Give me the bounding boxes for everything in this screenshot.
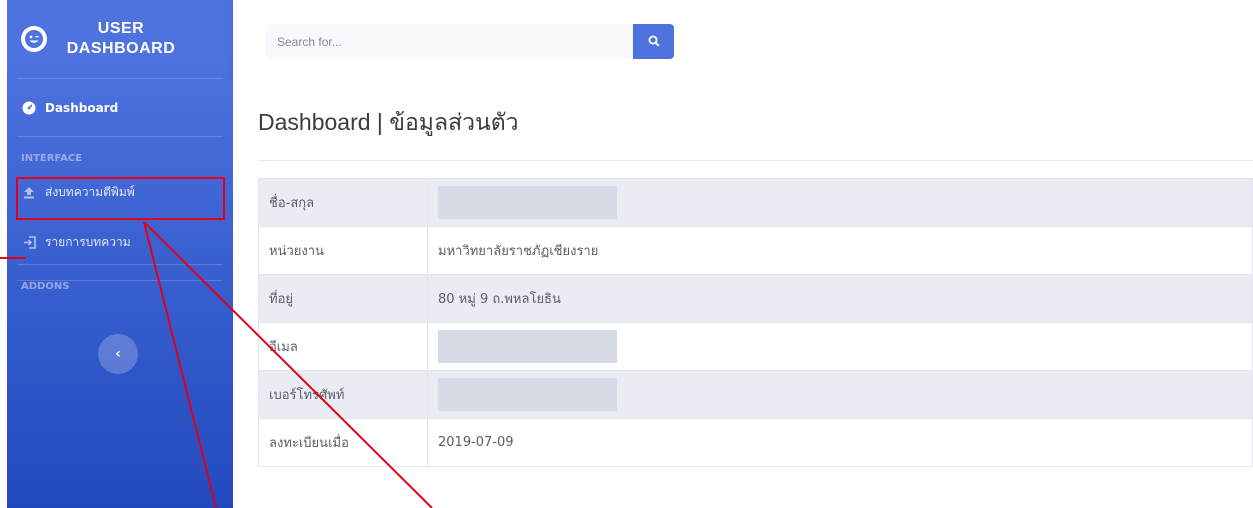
sidebar-item-label: Dashboard [45, 100, 119, 115]
tachometer-icon [21, 100, 37, 116]
table-row: หน่วยงาน มหาวิทยาลัยราชภัฏเชียงราย [258, 226, 1253, 275]
sidebar-toggle-button[interactable]: ‹ [98, 334, 138, 374]
table-row: ชื่อ-สกุล [258, 178, 1253, 227]
field-label: หน่วยงาน [258, 226, 428, 275]
table-row: อีเมล [258, 322, 1253, 371]
topbar [233, 0, 1253, 78]
sidebar-heading-addons: ADDONS [21, 281, 70, 292]
field-label: เบอร์โทรศัพท์ [258, 370, 428, 419]
field-label: อีเมล [258, 322, 428, 371]
field-value [427, 178, 1253, 227]
field-value: 80 หมู่ 9 ถ.พหลโยธิน [427, 274, 1253, 323]
brand-title: USER DASHBOARD [66, 20, 176, 57]
sidebar: USER DASHBOARD Dashboard INTERFACE ส่งบท… [7, 0, 233, 508]
field-value [427, 370, 1253, 419]
chevron-left-icon: ‹ [115, 346, 121, 362]
field-label: ที่อยู่ [258, 274, 428, 323]
search-button[interactable] [633, 24, 674, 59]
page-title: Dashboard | ข้อมูลส่วนตัว [258, 109, 519, 135]
sidebar-item-label: รายการบทความ [45, 234, 131, 249]
redacted-value [438, 378, 617, 411]
redacted-value [438, 186, 617, 219]
sidebar-item-dashboard[interactable]: Dashboard [7, 79, 233, 136]
title-divider [258, 160, 1253, 161]
table-row: เบอร์โทรศัพท์ [258, 370, 1253, 419]
sidebar-item-article-list[interactable]: รายการบทความ [7, 224, 233, 260]
search-icon [648, 32, 660, 51]
field-label: ชื่อ-สกุล [258, 178, 428, 227]
annotation-highlight-box [16, 177, 225, 220]
main-content: Dashboard | ข้อมูลส่วนตัว ชื่อ-สกุล หน่ว… [233, 78, 1253, 508]
topbar-search [265, 24, 674, 59]
search-input[interactable] [265, 24, 633, 59]
profile-table: ชื่อ-สกุล หน่วยงาน มหาวิทยาลัยราชภัฏเชีย… [258, 178, 1253, 467]
field-value [427, 322, 1253, 371]
laugh-wink-icon [21, 26, 47, 52]
field-value: 2019-07-09 [427, 418, 1253, 467]
field-value: มหาวิทยาลัยราชภัฏเชียงราย [427, 226, 1253, 275]
sign-in-icon [21, 234, 37, 250]
table-row: ที่อยู่ 80 หมู่ 9 ถ.พหลโยธิน [258, 274, 1253, 323]
redacted-value [438, 330, 617, 363]
sidebar-heading-interface: INTERFACE [21, 153, 83, 164]
table-row: ลงทะเบียนเมื่อ 2019-07-09 [258, 418, 1253, 467]
sidebar-brand[interactable]: USER DASHBOARD [7, 0, 233, 78]
field-label: ลงทะเบียนเมื่อ [258, 418, 428, 467]
